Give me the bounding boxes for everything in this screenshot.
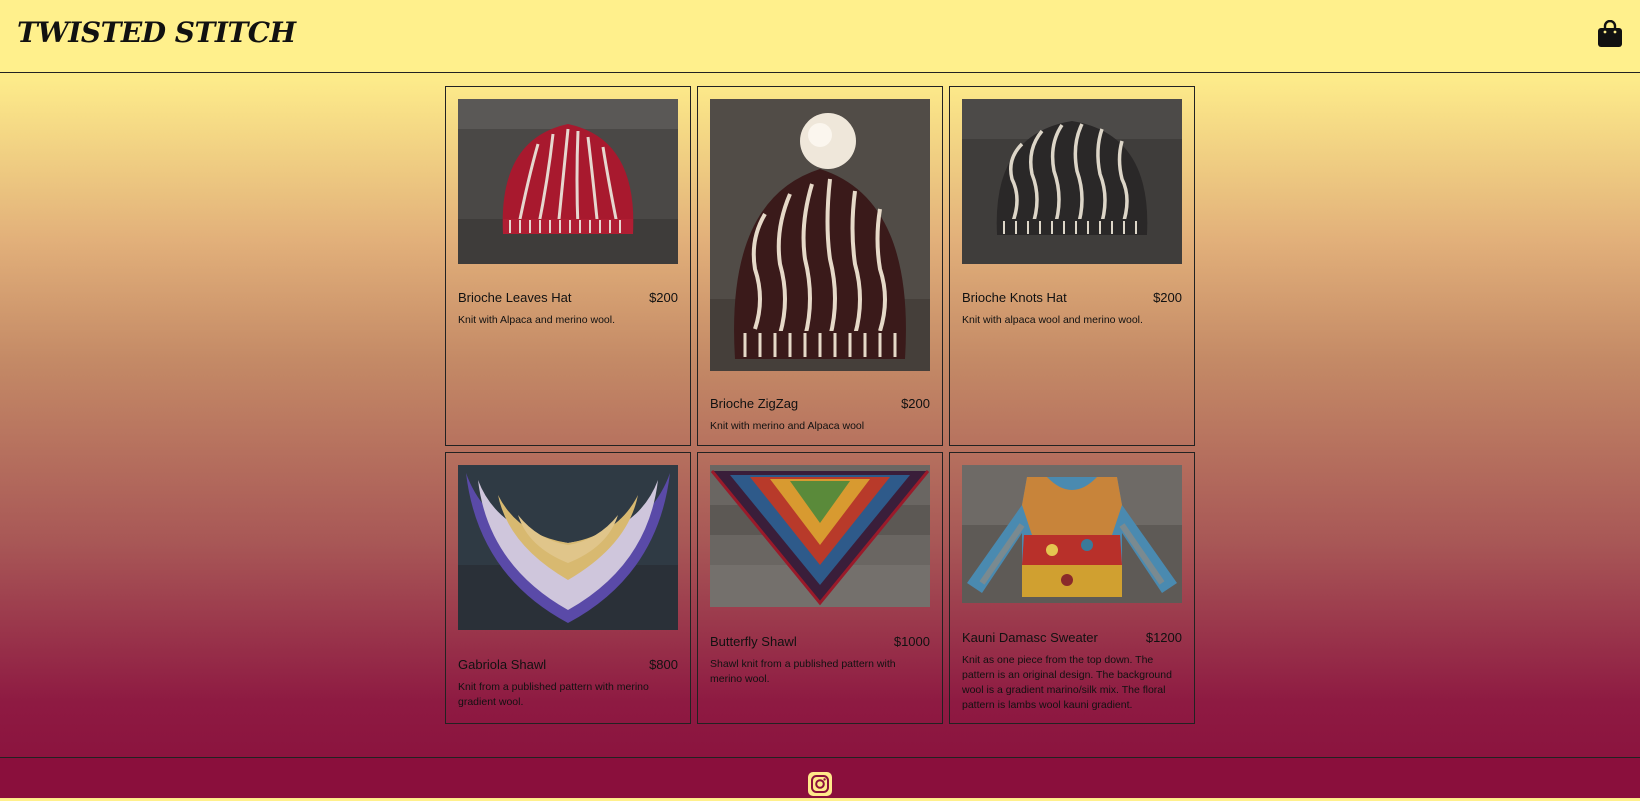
product-description: Knit with merino and Alpaca wool bbox=[710, 420, 865, 432]
product-name: Butterfly Shawl bbox=[710, 634, 797, 649]
product-card[interactable]: Brioche ZigZag $200 Knit with merino and… bbox=[697, 86, 943, 446]
product-description: Knit as one piece from the top down. The… bbox=[962, 654, 1172, 711]
product-price: $1200 bbox=[1145, 630, 1182, 645]
product-description: Knit from a published pattern with merin… bbox=[458, 681, 649, 708]
site-logo[interactable]: TWISTED STITCH bbox=[17, 16, 296, 49]
product-card[interactable]: Gabriola Shawl $800 Knit from a publishe… bbox=[445, 452, 691, 724]
site-footer bbox=[0, 757, 1640, 798]
product-card[interactable]: Kauni Damasc Sweater $1200 Knit as one p… bbox=[949, 452, 1195, 724]
product-price: $200 bbox=[1153, 290, 1182, 305]
product-price: $800 bbox=[649, 657, 678, 672]
product-price: $1000 bbox=[893, 634, 930, 649]
product-card[interactable]: Brioche Leaves Hat $200 Knit with Alpaca… bbox=[445, 86, 691, 446]
product-description: Knit with alpaca wool and merino wool. bbox=[962, 314, 1143, 326]
product-photo bbox=[710, 99, 930, 371]
instagram-icon[interactable] bbox=[808, 772, 832, 796]
product-photo bbox=[458, 465, 678, 630]
product-name: Brioche Knots Hat bbox=[962, 290, 1067, 305]
product-name: Brioche ZigZag bbox=[710, 396, 799, 411]
shopping-bag-icon[interactable] bbox=[1597, 19, 1623, 48]
product-photo bbox=[962, 99, 1182, 264]
product-photo bbox=[710, 465, 930, 607]
product-price: $200 bbox=[649, 290, 678, 305]
product-card[interactable]: Butterfly Shawl $1000 Shawl knit from a … bbox=[697, 452, 943, 724]
site-header: TWISTED STITCH bbox=[0, 0, 1640, 73]
product-photo bbox=[962, 465, 1182, 603]
product-grid: Brioche Leaves Hat $200 Knit with Alpaca… bbox=[445, 86, 1195, 725]
product-name: Brioche Leaves Hat bbox=[458, 290, 572, 305]
product-description: Knit with Alpaca and merino wool. bbox=[458, 314, 616, 326]
product-description: Shawl knit from a published pattern with… bbox=[710, 658, 896, 685]
product-name: Kauni Damasc Sweater bbox=[962, 630, 1098, 645]
product-price: $200 bbox=[901, 396, 930, 411]
product-name: Gabriola Shawl bbox=[458, 657, 547, 672]
product-photo bbox=[458, 99, 678, 264]
product-card[interactable]: Brioche Knots Hat $200 Knit with alpaca … bbox=[949, 86, 1195, 446]
